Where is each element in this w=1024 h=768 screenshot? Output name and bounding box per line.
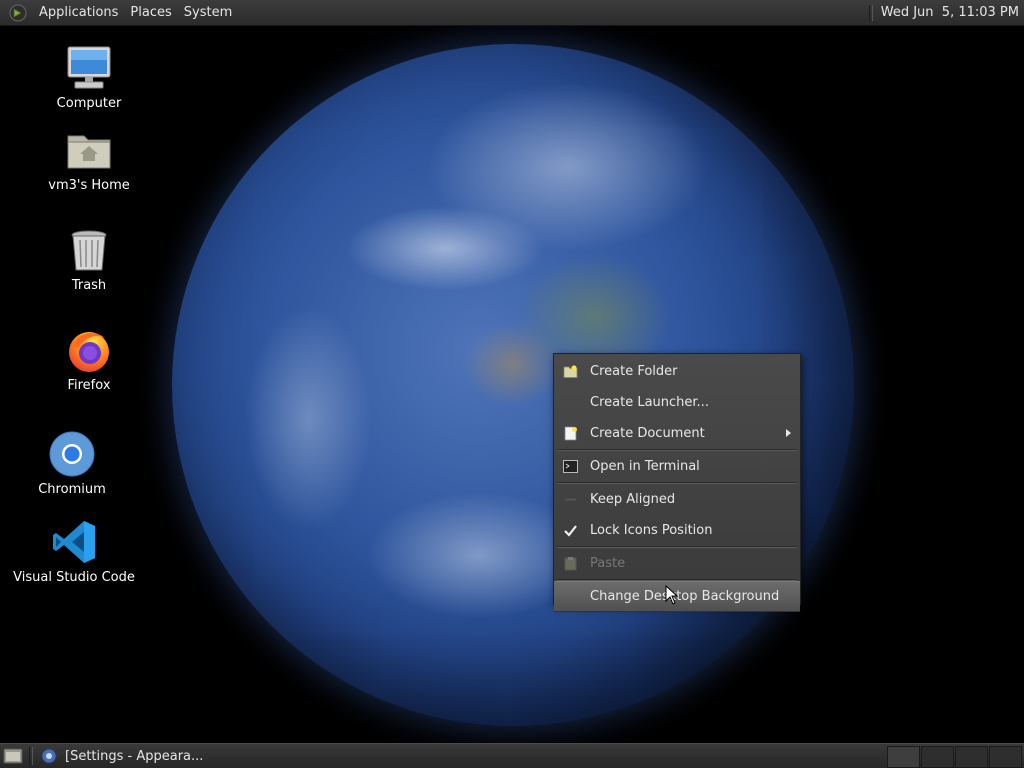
applications-menu-icon[interactable]: [9, 4, 27, 22]
home-folder-icon: [67, 135, 111, 169]
panel-separator: [29, 747, 33, 765]
desktop-icon-label: Visual Studio Code: [13, 570, 135, 585]
taskbar-window-settings[interactable]: [Settings - Appeara...: [37, 745, 229, 767]
clock[interactable]: Wed Jun 5, 11:03 PM: [881, 5, 1019, 20]
vscode-icon: [53, 521, 95, 563]
menu-item-label: Create Document: [590, 426, 705, 441]
check-icon: [564, 525, 577, 537]
panel-separator: [868, 4, 873, 21]
places-menu[interactable]: Places: [124, 0, 177, 25]
desktop-icon-label: vm3's Home: [48, 178, 130, 193]
show-desktop-icon[interactable]: [3, 747, 23, 765]
desktop-icon-label: Chromium: [38, 482, 106, 497]
system-menu[interactable]: System: [178, 0, 238, 25]
menu-item-create-folder[interactable]: Create Folder: [554, 356, 800, 387]
top-panel: Applications Places System Wed Jun 5, 11…: [0, 0, 1024, 26]
menu-item-label: Change Desktop Background: [590, 589, 780, 604]
desktop-icon-trash[interactable]: Trash: [60, 226, 118, 293]
menu-item-label: Paste: [590, 556, 626, 571]
desktop-icon-vscode[interactable]: Visual Studio Code: [13, 518, 135, 585]
menu-item-keep-aligned[interactable]: Keep Aligned: [554, 484, 800, 515]
bottom-panel: [Settings - Appeara...: [0, 743, 1024, 768]
menu-item-label: Create Launcher...: [590, 395, 709, 410]
desktop-icon-label: Computer: [56, 96, 122, 111]
folder-new-icon: [563, 365, 578, 378]
menu-item-paste[interactable]: Paste: [554, 548, 800, 579]
desktop-icon-home[interactable]: vm3's Home: [44, 126, 134, 193]
submenu-arrow-icon: [786, 429, 791, 437]
workspace-4[interactable]: [989, 746, 1022, 768]
menu-item-lock-icons-position[interactable]: Lock Icons Position: [554, 515, 800, 546]
desktop-context-menu: Create Folder Create Launcher... Create …: [553, 353, 801, 612]
menu-item-open-terminal[interactable]: Open in Terminal: [554, 451, 800, 482]
menu-item-create-document[interactable]: Create Document: [554, 418, 800, 449]
desktop[interactable]: Applications Places System Wed Jun 5, 11…: [0, 0, 1024, 768]
settings-window-icon: [41, 748, 57, 764]
trash-icon: [71, 230, 107, 271]
paste-icon: [564, 557, 577, 571]
desktop-icon-label: Trash: [71, 278, 107, 293]
workspace-1[interactable]: [887, 746, 920, 768]
chromium-icon: [49, 431, 95, 477]
menu-item-label: Lock Icons Position: [590, 523, 713, 538]
computer-icon: [67, 46, 111, 89]
checkbox-unchecked-icon: [565, 498, 576, 501]
menu-item-create-launcher[interactable]: Create Launcher...: [554, 387, 800, 418]
menu-item-label: Open in Terminal: [590, 459, 700, 474]
document-new-icon: [564, 426, 577, 441]
menu-item-label: Create Folder: [590, 364, 678, 379]
mouse-cursor-icon: [665, 585, 679, 605]
workspace-switcher: [886, 746, 1022, 768]
desktop-icon-chromium[interactable]: Chromium: [36, 430, 108, 497]
desktop-icon-label: Firefox: [67, 378, 111, 393]
menu-item-label: Keep Aligned: [590, 492, 676, 507]
workspace-2[interactable]: [921, 746, 954, 768]
terminal-icon: [563, 460, 578, 473]
taskbar-window-title: [Settings - Appeara...: [65, 748, 204, 764]
firefox-icon: [69, 332, 109, 372]
desktop-icon-computer[interactable]: Computer: [50, 44, 128, 111]
applications-menu[interactable]: Applications: [33, 0, 124, 25]
desktop-icon-firefox[interactable]: Firefox: [60, 326, 118, 393]
workspace-3[interactable]: [955, 746, 988, 768]
